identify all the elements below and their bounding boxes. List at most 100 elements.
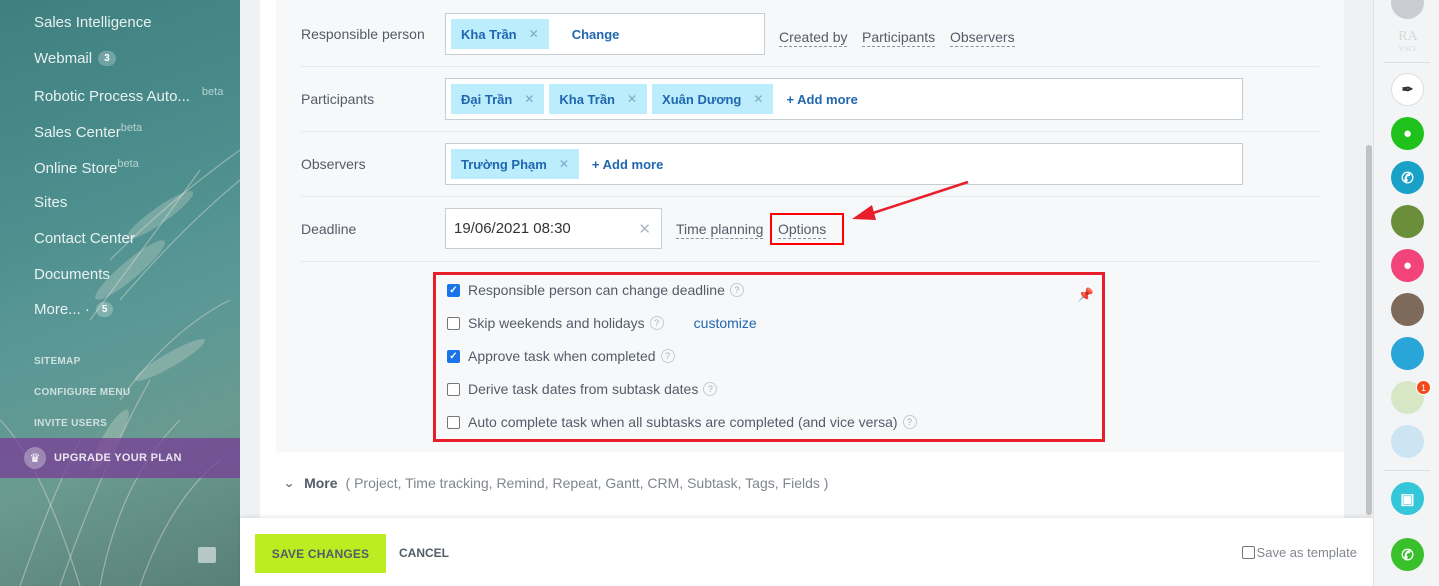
avatar[interactable] [1391,293,1424,326]
help-icon[interactable]: ? [729,283,744,297]
more-section-toggle[interactable]: ⌄ More ( Project, Time tracking, Remind,… [282,475,829,491]
main-content: Responsible person Kha Trần ✕ Change Crea… [240,0,1373,586]
participant-tag[interactable]: Kha Trần ✕ [549,84,648,114]
beta-badge: beta [201,86,224,98]
sidebar-item-sales-intelligence[interactable]: Sales Intelligence [34,14,152,31]
participant-tag[interactable]: Đại Trần ✕ [451,84,545,114]
participants-link[interactable]: Participants [862,29,936,47]
option-label: Derive task dates from subtask dates [468,381,699,397]
remove-icon[interactable]: ✕ [559,157,569,171]
phone-icon[interactable]: ✆ [1391,161,1424,194]
screen-share-icon[interactable]: ▣ [1391,482,1424,515]
remove-icon[interactable]: ✕ [524,92,534,106]
option-row[interactable]: ✓ Approve task when completed ? [447,348,675,364]
checkbox[interactable] [447,415,460,429]
save-template-label: Save as template [1256,545,1357,560]
checkbox[interactable] [1241,546,1255,559]
contact-icon[interactable]: ● [1391,117,1424,150]
sitemap-link[interactable]: SITEMAP [34,356,81,367]
help-icon[interactable]: ? [649,316,664,330]
deadline-label: Deadline [301,221,357,237]
avatar[interactable] [1391,425,1424,458]
participants-label: Participants [301,91,375,107]
options-highlight-box [770,213,844,245]
participants-field[interactable]: Đại Trần ✕ Kha Trần ✕ Xuân Dương ✕ + Add mo… [445,78,1243,120]
left-sidebar: Sales Intelligence Webmail 3 Robotic Proc… [0,0,240,586]
option-row[interactable]: Auto complete task when all subtasks are… [447,414,917,430]
remove-icon[interactable]: ✕ [529,27,539,41]
responsible-field[interactable]: Kha Trần ✕ Change [445,13,765,55]
save-changes-button[interactable]: SAVE CHANGES [255,534,386,573]
sidebar-item-contact-center[interactable]: Contact Center [34,230,135,247]
remove-icon[interactable]: ✕ [753,92,763,106]
participant-tag[interactable]: Xuân Dương ✕ [652,84,774,114]
clear-icon[interactable]: ✕ [638,220,651,238]
more-items: ( Project, Time tracking, Remind, Repeat… [345,475,829,491]
observers-field[interactable]: Trường Phạm ✕ + Add more [445,143,1243,185]
call-icon[interactable]: ✆ [1391,538,1424,571]
deadline-options-panel: 📌 ✓ Responsible person can change deadli… [433,272,1105,442]
sidebar-item-more[interactable]: More... · 5 [34,301,114,318]
webmail-counter: 3 [98,51,116,66]
crown-icon: ♛ [24,447,46,469]
pin-icon[interactable]: 📌 [1078,287,1094,303]
help-icon[interactable]: ? [703,382,718,396]
checkbox-checked[interactable]: ✓ [447,283,460,297]
divider [1384,470,1430,471]
option-label: Responsible person can change deadline [468,282,725,298]
created-by-link[interactable]: Created by [779,29,848,47]
sidebar-item-sales-center[interactable]: Sales Centerbeta [34,122,142,141]
configure-menu-link[interactable]: CONFIGURE MENU [34,387,130,398]
option-row[interactable]: Derive task dates from subtask dates ? [447,381,718,397]
remove-icon[interactable]: ✕ [627,92,637,106]
time-planning-link[interactable]: Time planning [676,221,764,239]
notification-badge: 1 [1416,380,1431,395]
save-as-template-checkbox[interactable]: Save as template [1241,545,1357,560]
contact-icon[interactable]: ● [1391,249,1424,282]
footer-bar: SAVE CHANGES CANCEL Save as template [240,518,1373,586]
row-divider [301,66,1319,67]
form-area: Responsible person Kha Trần ✕ Change Crea… [276,0,1344,452]
printer-icon[interactable] [198,547,216,563]
checkbox[interactable] [447,316,460,330]
beta-badge: beta [117,158,139,170]
checkbox-checked[interactable]: ✓ [447,349,460,363]
avatar[interactable] [1391,337,1424,370]
upgrade-plan-button[interactable]: ♛ UPGRADE YOUR PLAN [0,438,240,478]
add-participant-link[interactable]: + Add more [786,92,857,107]
divider [1384,62,1430,63]
scrollbar-thumb[interactable] [1366,145,1372,515]
observers-link[interactable]: Observers [950,29,1015,47]
sidebar-item-documents[interactable]: Documents [34,266,110,283]
responsible-label: Responsible person [301,26,425,42]
row-divider [301,261,1319,262]
more-title: More [304,475,338,491]
chevron-down-icon: ⌄ [282,476,296,490]
option-row[interactable]: Skip weekends and holidays ? customize [447,315,757,331]
invite-users-link[interactable]: INVITE USERS [34,418,107,429]
help-icon[interactable]: ? [660,349,675,363]
option-row[interactable]: ✓ Responsible person can change deadline… [447,282,744,298]
change-responsible-link[interactable]: Change [572,27,620,42]
sidebar-item-webmail[interactable]: Webmail 3 [34,50,116,67]
checkbox[interactable] [447,382,460,396]
sidebar-item-sites[interactable]: Sites [34,194,67,211]
user-avatar-icon[interactable] [1391,0,1424,19]
upgrade-label: UPGRADE YOUR PLAN [54,452,182,464]
sidebar-item-rpa[interactable]: Robotic Process Auto... beta [34,86,223,105]
avatar[interactable] [1391,205,1424,238]
more-counter: 5 [95,302,114,317]
responsible-tag[interactable]: Kha Trần ✕ [451,19,549,49]
customize-link[interactable]: customize [694,315,757,331]
company-logo: RA VNCF [1398,29,1418,54]
sidebar-item-online-store[interactable]: Online Storebeta [34,158,139,177]
help-icon[interactable]: ? [902,415,917,429]
add-observer-link[interactable]: + Add more [592,157,663,172]
cancel-button[interactable]: CANCEL [399,546,449,560]
option-label: Auto complete task when all subtasks are… [468,414,898,430]
observer-tag[interactable]: Trường Phạm ✕ [451,149,579,179]
task-form-card: Responsible person Kha Trần ✕ Change Crea… [260,0,1344,518]
option-label: Skip weekends and holidays [468,315,645,331]
feather-icon[interactable]: ✒ [1391,73,1424,106]
deadline-input[interactable]: 19/06/2021 08:30 ✕ [445,208,662,249]
